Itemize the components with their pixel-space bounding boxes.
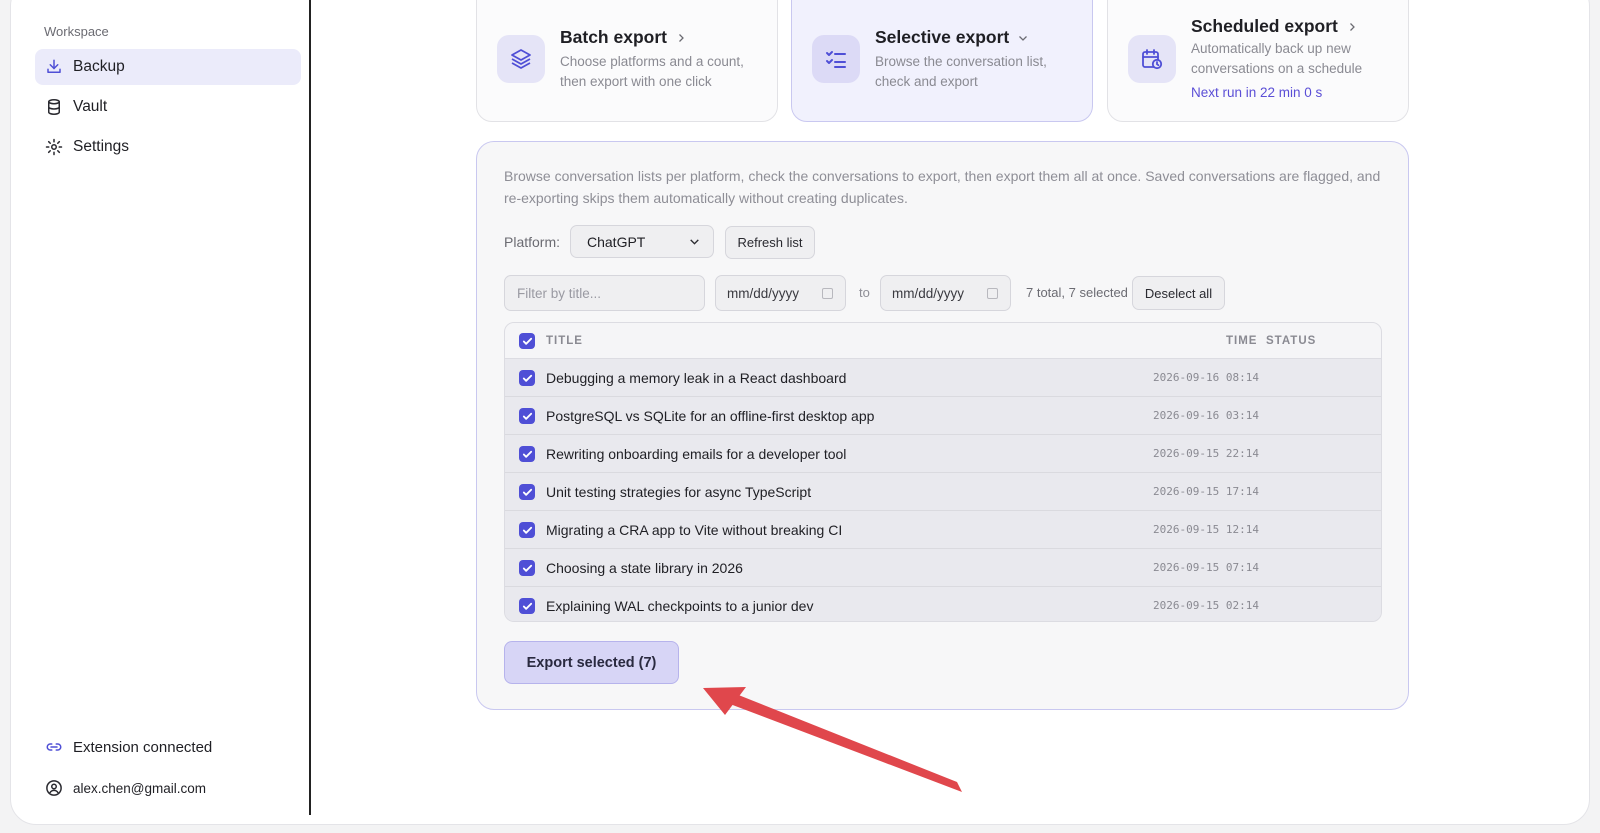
user-account[interactable]: alex.chen@gmail.com — [45, 779, 206, 797]
row-checkbox[interactable] — [519, 370, 535, 386]
select-all-checkbox[interactable] — [519, 333, 535, 349]
scheduled-export-title: Scheduled export — [1191, 16, 1338, 36]
row-time: 2026-09-15 07:14 — [1153, 561, 1259, 574]
chevron-down-icon — [690, 239, 699, 245]
chevron-right-icon — [679, 33, 684, 42]
table-row[interactable]: Debugging a memory leak in a React dashb… — [505, 359, 1381, 397]
sidebar-item-backup[interactable]: Backup — [35, 49, 301, 85]
column-status: STATUS — [1266, 335, 1317, 347]
row-checkbox[interactable] — [519, 484, 535, 500]
check-icon — [522, 564, 532, 572]
user-email: alex.chen@gmail.com — [73, 780, 207, 796]
platform-select-value: ChatGPT — [587, 233, 646, 250]
date-to-input[interactable]: mm/dd/yyyy — [880, 275, 1011, 311]
card-description: Automatically back up new conversations … — [1191, 41, 1363, 76]
title-filter-input[interactable]: Filter by title... — [504, 275, 705, 311]
selective-export-title: Selective export — [875, 27, 1010, 47]
sidebar-item-label: Vault — [73, 98, 108, 115]
card-title: Scheduled export — [1191, 16, 1358, 37]
date-to-value: mm/dd/yyyy — [892, 285, 965, 301]
check-icon — [522, 412, 532, 420]
download-tray-icon — [47, 59, 61, 73]
check-icon — [522, 374, 532, 382]
workspace-label: Workspace — [44, 24, 109, 39]
conversation-table: TITLE TIME STATUS Debugging a memory lea… — [504, 322, 1382, 622]
date-from-value: mm/dd/yyyy — [727, 285, 800, 301]
sidebar-item-label: Settings — [73, 138, 130, 155]
column-title: TITLE — [546, 335, 583, 347]
checklist-icon — [812, 35, 860, 83]
calendar-icon[interactable] — [822, 288, 833, 299]
user-avatar-icon — [46, 780, 62, 796]
batch-export-title: Batch export — [560, 27, 667, 47]
row-time: 2026-09-15 02:14 — [1153, 599, 1259, 612]
calendar-clock-icon — [1128, 35, 1176, 83]
row-checkbox[interactable] — [519, 560, 535, 576]
selective-export-card[interactable]: Selective export Browse the conversation… — [791, 0, 1093, 122]
sidebar: Workspace Backup Vault Settings Extensio… — [25, 0, 311, 815]
row-title: Debugging a memory leak in a React dashb… — [546, 370, 847, 386]
table-header: TITLE TIME STATUS — [505, 323, 1381, 359]
row-time: 2026-09-16 08:14 — [1153, 371, 1259, 384]
card-description: Choose platforms and a count, then expor… — [560, 54, 744, 89]
sidebar-item-label: Backup — [73, 58, 125, 75]
table-row[interactable]: Rewriting onboarding emails for a develo… — [505, 435, 1381, 473]
table-row[interactable]: PostgreSQL vs SQLite for an offline-firs… — [505, 397, 1381, 435]
chevron-down-icon — [1019, 35, 1028, 41]
date-range-separator: to — [859, 285, 870, 300]
platform-label: Platform: — [504, 234, 561, 250]
table-row[interactable]: Migrating a CRA app to Vite without brea… — [505, 511, 1381, 549]
date-from-input[interactable]: mm/dd/yyyy — [715, 275, 846, 311]
check-icon — [522, 488, 532, 496]
row-checkbox[interactable] — [519, 446, 535, 462]
extension-status-text: Extension connected — [73, 738, 213, 756]
calendar-icon[interactable] — [987, 288, 998, 299]
next-run-status: Next run in 22 min 0 s — [1191, 85, 1323, 100]
row-checkbox[interactable] — [519, 522, 535, 538]
check-icon — [522, 526, 532, 534]
row-time: 2026-09-15 17:14 — [1153, 485, 1259, 498]
row-time: 2026-09-15 12:14 — [1153, 523, 1259, 536]
row-title: Unit testing strategies for async TypeSc… — [546, 484, 812, 500]
sidebar-item-vault[interactable]: Vault — [35, 89, 301, 125]
card-title: Selective export — [875, 27, 1029, 48]
column-time: TIME — [1226, 335, 1258, 347]
selection-count: 7 total, 7 selected — [1026, 285, 1128, 300]
export-selected-button[interactable]: Export selected (7) — [504, 641, 679, 684]
batch-export-card[interactable]: Batch export Choose platforms and a coun… — [476, 0, 778, 122]
table-row[interactable]: Explaining WAL checkpoints to a junior d… — [505, 587, 1381, 621]
deselect-all-button[interactable]: Deselect all — [1132, 276, 1225, 310]
row-title: PostgreSQL vs SQLite for an offline-firs… — [546, 408, 875, 424]
refresh-list-button[interactable]: Refresh list — [725, 226, 815, 259]
card-description: Browse the conversation list, check and … — [875, 54, 1047, 89]
gear-icon — [45, 138, 63, 156]
row-checkbox[interactable] — [519, 408, 535, 424]
selective-export-panel: Browse conversation lists per platform, … — [476, 141, 1409, 710]
panel-description: Browse conversation lists per platform, … — [504, 168, 1381, 206]
card-title: Batch export — [560, 27, 687, 48]
table-row[interactable]: Unit testing strategies for async TypeSc… — [505, 473, 1381, 511]
platform-select[interactable]: ChatGPT — [570, 225, 714, 258]
database-icon — [48, 99, 60, 115]
check-icon — [522, 337, 532, 345]
table-body: Debugging a memory leak in a React dashb… — [505, 359, 1381, 621]
check-icon — [522, 450, 532, 458]
row-title: Choosing a state library in 2026 — [546, 560, 743, 576]
table-row[interactable]: Choosing a state library in 2026 2026-09-… — [505, 549, 1381, 587]
link-icon — [46, 743, 62, 751]
check-icon — [522, 602, 532, 610]
row-time: 2026-09-15 22:14 — [1153, 447, 1259, 460]
chevron-right-icon — [1349, 22, 1355, 31]
row-title: Rewriting onboarding emails for a develo… — [546, 446, 847, 462]
scheduled-export-card[interactable]: Scheduled export Automatically back up n… — [1107, 0, 1409, 122]
row-checkbox[interactable] — [519, 598, 535, 614]
sidebar-item-settings[interactable]: Settings — [35, 129, 301, 165]
extension-status: Extension connected — [45, 738, 212, 756]
layers-icon — [497, 35, 545, 83]
row-title: Migrating a CRA app to Vite without brea… — [546, 522, 843, 538]
row-time: 2026-09-16 03:14 — [1153, 409, 1259, 422]
row-title: Explaining WAL checkpoints to a junior d… — [546, 598, 814, 614]
